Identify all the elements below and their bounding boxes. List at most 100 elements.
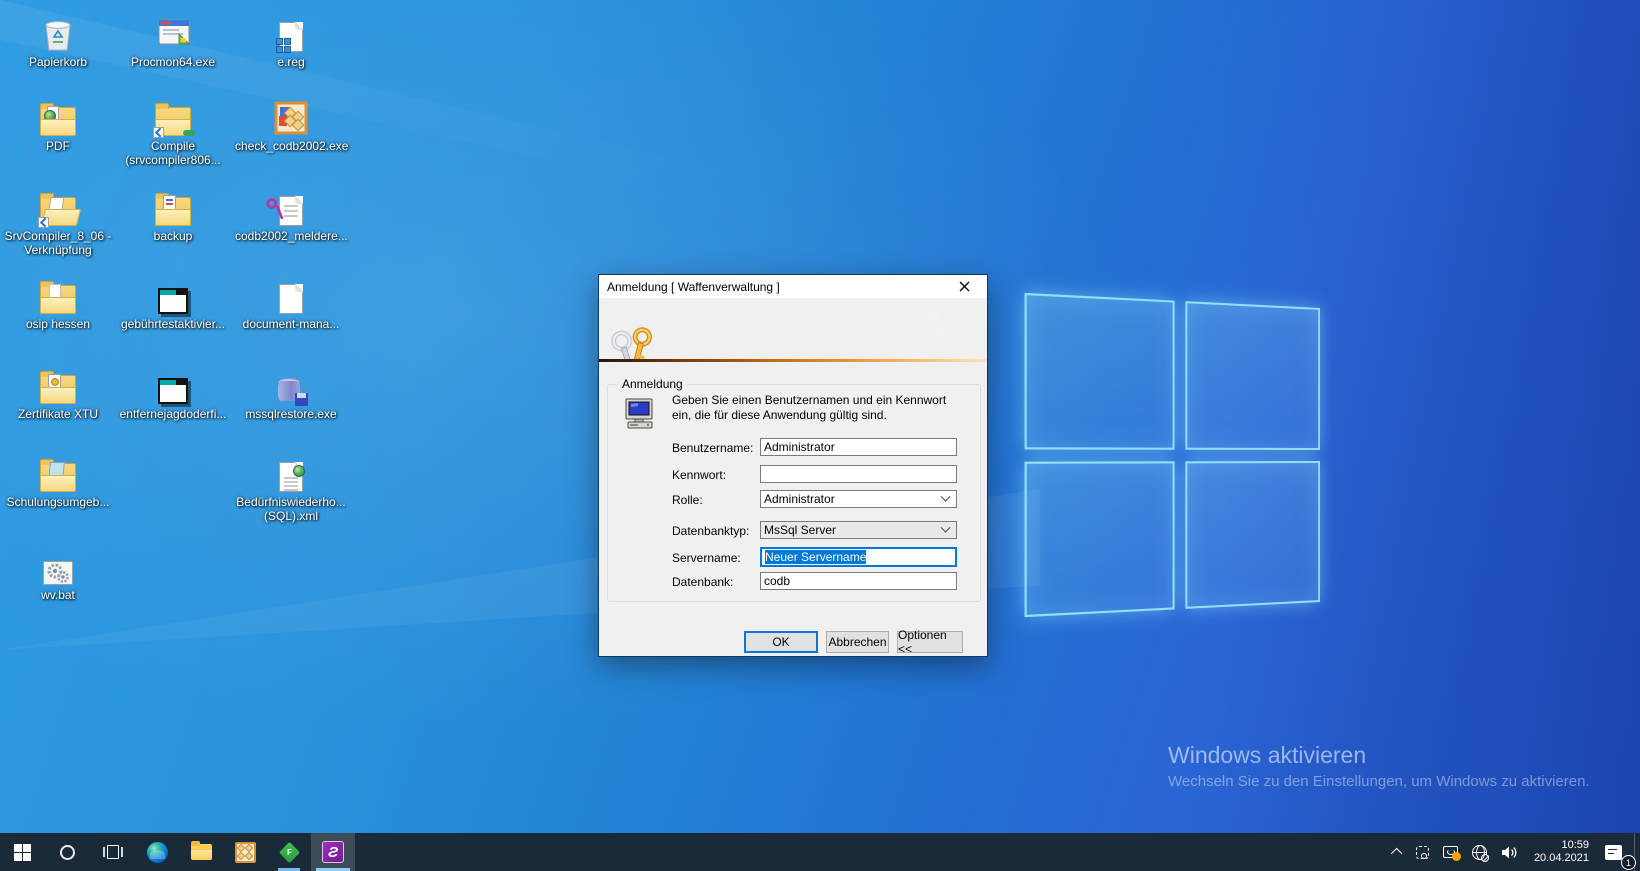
logo-pane	[1185, 461, 1320, 609]
close-button[interactable]	[942, 275, 987, 298]
desktop-icon-ereg[interactable]: e.reg	[235, 10, 347, 71]
desktop-icon-label: SrvCompiler_8_06 - Verknüpfung	[2, 229, 114, 257]
file-explorer-taskbar-button[interactable]	[179, 833, 223, 871]
folder-shortcut-icon	[117, 94, 229, 136]
setup-app-icon	[235, 842, 256, 863]
rolle-value: Administrator	[764, 491, 835, 507]
gears-batch-icon	[2, 543, 114, 585]
green-diamond-app-icon: F	[278, 841, 299, 862]
network-no-internet-icon	[1472, 845, 1487, 860]
desktop-icon-mssqlrestore[interactable]: mssqlrestore.exe	[235, 362, 347, 423]
open-folder-shortcut-icon	[2, 184, 114, 226]
notification-badge: 1	[1621, 855, 1636, 870]
dialog-description: Geben Sie einen Benutzernamen und ein Ke…	[672, 393, 968, 423]
dialog-title: Anmeldung [ Waffenverwaltung ]	[599, 280, 780, 294]
desktop-icon-osip-hessen[interactable]: osip hessen	[2, 272, 114, 333]
field-label-kennwort: Kennwort:	[672, 468, 726, 482]
dialog-banner	[599, 298, 987, 359]
field-label-benutzername: Benutzername:	[672, 441, 753, 455]
datenbank-input[interactable]: codb	[760, 572, 957, 590]
green-app-taskbar-button[interactable]: F	[267, 833, 311, 871]
tray-tablet-button[interactable]	[1409, 833, 1436, 871]
desktop-icon-label: Schulungsumgeb...	[7, 495, 110, 509]
desktop-icon-backup[interactable]: backup	[117, 184, 229, 245]
desktop-icon-procmon64[interactable]: Procmon64.exe	[117, 10, 229, 71]
desktop-icon-document-mana[interactable]: document-mana...	[235, 272, 347, 333]
desktop-icon-label: document-mana...	[243, 317, 340, 331]
desktop-icon-label: entfernejagdoderfi...	[120, 407, 227, 421]
desktop-icon-label: gebührtestaktivier...	[121, 317, 225, 331]
dialog-titlebar[interactable]: Anmeldung [ Waffenverwaltung ]	[599, 275, 987, 298]
document-key-icon	[235, 184, 347, 226]
desktop-icon-papierkorb[interactable]: Papierkorb	[2, 10, 114, 71]
procmon-app-icon	[117, 10, 229, 52]
batch-file-icon	[117, 362, 229, 404]
login-dialog: Anmeldung [ Waffenverwaltung ]	[598, 274, 988, 657]
tray-volume-button[interactable]	[1494, 833, 1525, 871]
computer-icon	[622, 397, 658, 431]
edge-icon	[147, 842, 168, 863]
login-groupbox: Anmeldung Geben Sie einen Benutzernamen …	[607, 384, 981, 602]
tray-network-button[interactable]	[1465, 833, 1494, 871]
setup-app-taskbar-button[interactable]	[223, 833, 267, 871]
action-center-button[interactable]: 1	[1598, 833, 1634, 871]
notification-dot	[1452, 852, 1461, 861]
desktop-icon-label: backup	[154, 229, 193, 243]
desktop-icon-srvcompiler[interactable]: SrvCompiler_8_06 - Verknüpfung	[2, 184, 114, 259]
datenbank-value: codb	[764, 574, 790, 588]
desktop-icon-beduerfnis-xml[interactable]: Bedürfniswiederho... (SQL).xml	[235, 450, 347, 525]
benutzername-input[interactable]: Administrator	[760, 438, 957, 456]
screen: Windows aktivieren Wechseln Sie zu den E…	[0, 0, 1640, 871]
start-button[interactable]	[0, 833, 45, 871]
tray-expand-button[interactable]	[1387, 833, 1409, 871]
task-view-button[interactable]	[90, 833, 135, 871]
desktop-icon-zertifikate-xtu[interactable]: Zertifikate XTU	[2, 362, 114, 423]
optionen-button[interactable]: Optionen <<	[897, 631, 963, 653]
start-icon	[14, 844, 31, 861]
tablet-mode-icon	[1416, 846, 1429, 859]
desktop-icon-label: codb2002_meldere...	[235, 229, 348, 243]
display-update-icon	[1443, 846, 1458, 858]
setup-app-icon	[235, 94, 347, 136]
waffenverwaltung-taskbar-button[interactable]: Ƨ	[311, 833, 355, 871]
abbrechen-button[interactable]: Abbrechen	[826, 631, 889, 653]
folder-certificate-icon	[2, 362, 114, 404]
chevron-down-icon	[941, 522, 951, 532]
waffenverwaltung-app-icon: Ƨ	[322, 841, 344, 863]
ok-button[interactable]: OK	[744, 631, 818, 653]
rolle-dropdown[interactable]: Administrator	[760, 490, 957, 508]
cortana-button[interactable]	[45, 833, 90, 871]
action-center-icon	[1605, 845, 1622, 860]
desktop-icon-label: osip hessen	[26, 317, 90, 331]
desktop-icon-label: wv.bat	[41, 588, 75, 602]
windows-logo-wallpaper	[1020, 308, 1320, 602]
datenbanktyp-dropdown[interactable]: MsSql Server	[760, 521, 957, 539]
desktop-icon-codb2002-melde[interactable]: codb2002_meldere...	[235, 184, 347, 245]
desktop-icon-check-codb2002[interactable]: check_codb2002.exe	[235, 94, 347, 155]
recycle-bin-icon	[2, 10, 114, 52]
desktop-icon-gebuehrtest[interactable]: gebührtestaktivier...	[117, 272, 229, 333]
desktop-icon-entfernejagd[interactable]: entfernejagdoderfi...	[117, 362, 229, 423]
folder-icon	[2, 272, 114, 314]
file-explorer-icon	[191, 844, 212, 860]
speaker-icon	[1501, 845, 1518, 860]
registry-file-icon	[235, 10, 347, 52]
servername-input[interactable]: Neuer Servername	[760, 547, 957, 567]
desktop-icon-pdf[interactable]: PDF	[2, 94, 114, 155]
desktop-icon-label: check_codb2002.exe	[235, 139, 348, 153]
benutzername-value: Administrator	[764, 440, 835, 454]
desktop-icon-wvbat[interactable]: wv.bat	[2, 543, 114, 604]
tray-display-button[interactable]	[1436, 833, 1465, 871]
cortana-icon	[60, 845, 75, 860]
kennwort-input[interactable]	[760, 465, 957, 483]
keys-icon	[607, 324, 659, 359]
edge-taskbar-button[interactable]	[135, 833, 179, 871]
desktop-icon-label: Procmon64.exe	[131, 55, 215, 69]
desktop-icon-schulungsumgebung[interactable]: Schulungsumgeb...	[2, 450, 114, 511]
desktop-icon-label: mssqlrestore.exe	[245, 407, 336, 421]
folder-documents-icon	[2, 94, 114, 136]
desktop-icon-compile[interactable]: Compile (srvcompiler806...	[117, 94, 229, 169]
desktop-icon-label: Papierkorb	[29, 55, 87, 69]
logo-pane	[1025, 461, 1175, 617]
taskbar-clock[interactable]: 10:59 20.04.2021	[1525, 833, 1598, 871]
